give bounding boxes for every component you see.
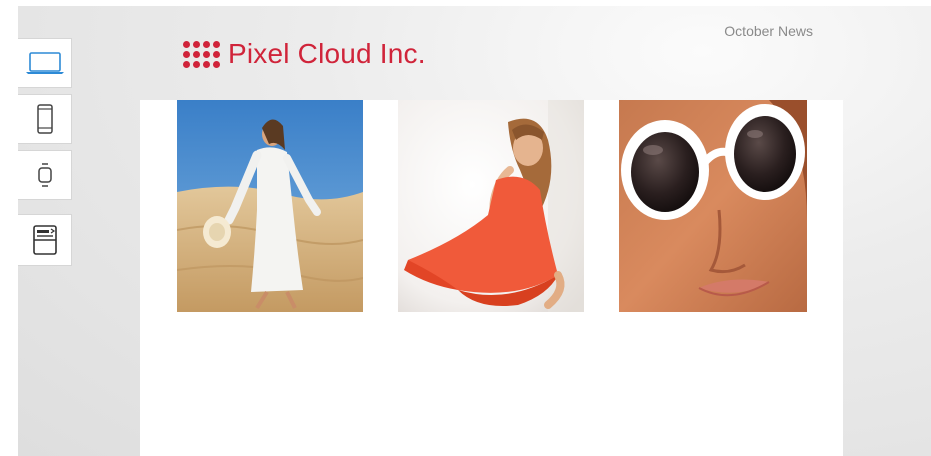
email-template-icon — [32, 225, 57, 255]
woman-red-dress-photo[interactable] — [398, 100, 584, 312]
email-template-preview-button[interactable] — [18, 214, 72, 266]
phone-icon — [36, 104, 53, 134]
desktop-preview-button[interactable] — [18, 38, 72, 88]
woman-white-sunglasses-photo[interactable] — [619, 100, 807, 312]
mobile-preview-button[interactable] — [18, 94, 72, 144]
watch-preview-button[interactable] — [18, 150, 72, 200]
newsletter-body — [140, 100, 843, 456]
woman-white-dress-desert-photo[interactable] — [177, 100, 363, 312]
newsletter-header: Pixel Cloud Inc. October News — [140, 6, 843, 100]
logo-dots-icon — [183, 40, 220, 68]
brand-logo[interactable]: Pixel Cloud Inc. — [183, 40, 426, 68]
brand-name: Pixel Cloud Inc. — [228, 38, 426, 69]
newsletter-meta: October News — [724, 23, 813, 39]
watch-icon — [37, 163, 52, 187]
laptop-icon — [25, 52, 64, 74]
